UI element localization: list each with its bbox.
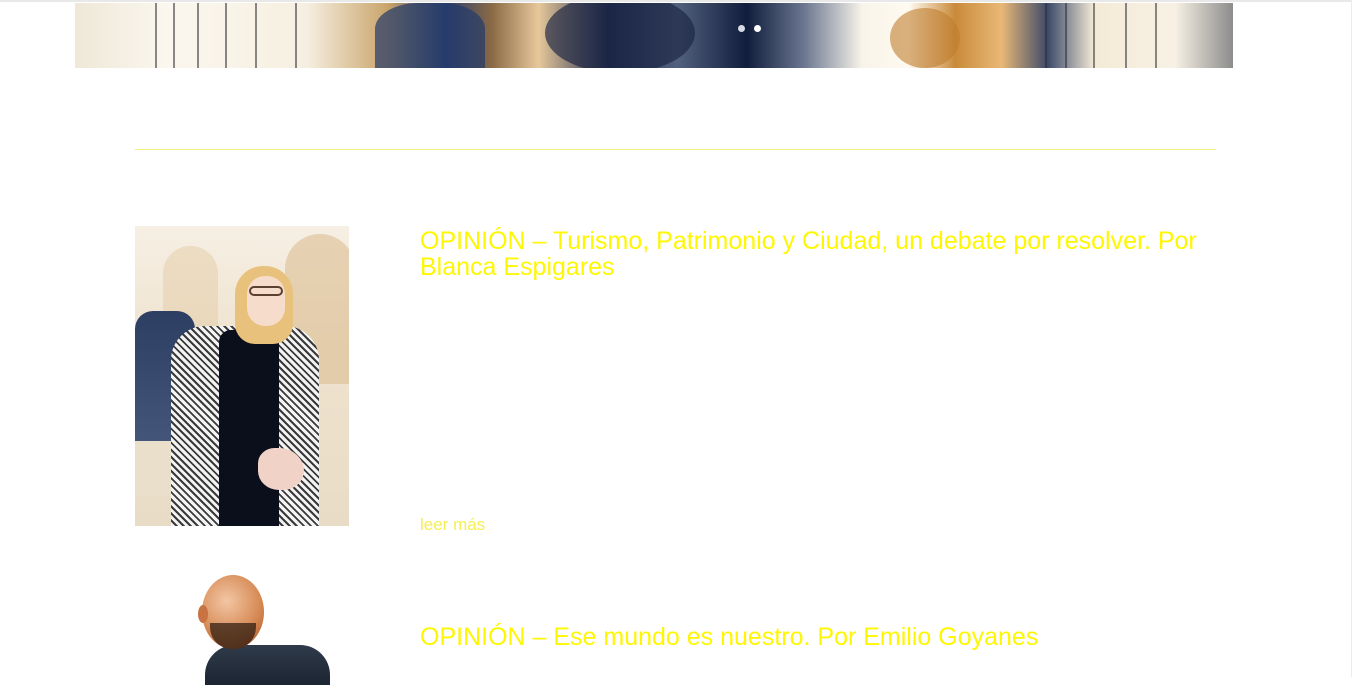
thumb-sweater bbox=[219, 330, 279, 526]
post-thumbnail[interactable] bbox=[135, 575, 349, 685]
thumb-shirt bbox=[205, 645, 330, 685]
banner-figure-left bbox=[375, 3, 485, 68]
header-banner-slider[interactable] bbox=[75, 3, 1233, 68]
thumb-ear bbox=[198, 605, 208, 623]
banner-figure-right bbox=[890, 8, 960, 68]
post-title[interactable]: OPINIÓN – Ese mundo es nuestro. Por Emil… bbox=[420, 624, 1210, 650]
post-title[interactable]: OPINIÓN – Turismo, Patrimonio y Ciudad, … bbox=[420, 228, 1210, 280]
post-item: OPINIÓN – Turismo, Patrimonio y Ciudad, … bbox=[135, 226, 1216, 546]
top-border bbox=[0, 0, 1352, 2]
banner-figure-center bbox=[545, 3, 695, 68]
banner-column-left bbox=[145, 3, 305, 68]
slider-dot-1[interactable] bbox=[738, 25, 745, 32]
banner-column-right bbox=[1035, 3, 1185, 68]
post-item: OPINIÓN – Ese mundo es nuestro. Por Emil… bbox=[135, 575, 1216, 685]
read-more-link[interactable]: leer más bbox=[420, 515, 485, 535]
thumb-hand bbox=[258, 448, 304, 490]
slider-dot-2[interactable] bbox=[754, 25, 761, 32]
thumb-face bbox=[247, 276, 285, 326]
post-thumbnail[interactable] bbox=[135, 226, 349, 526]
slider-pagination bbox=[738, 25, 761, 32]
thumb-glasses bbox=[249, 286, 283, 296]
section-divider bbox=[135, 149, 1216, 150]
